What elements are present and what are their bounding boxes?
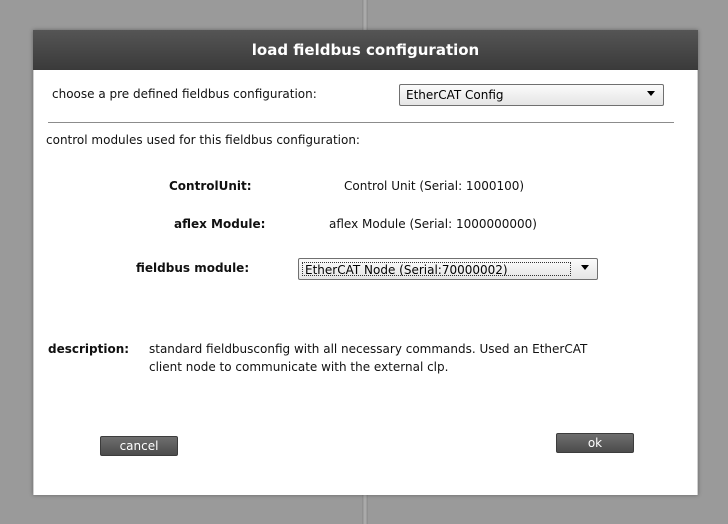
config-select-label: choose a pre defined fieldbus configurat…	[52, 87, 317, 101]
aflex-module-label: aflex Module:	[174, 217, 266, 231]
description-line-2: client node to communicate with the exte…	[149, 360, 449, 374]
chevron-down-icon	[647, 91, 655, 96]
description-label: description:	[48, 342, 130, 356]
control-unit-label: ControlUnit:	[169, 179, 252, 193]
control-unit-value: Control Unit (Serial: 1000100)	[344, 179, 525, 193]
modules-heading: control modules used for this fieldbus c…	[46, 133, 360, 147]
description-line-1: standard fieldbusconfig with all necessa…	[149, 342, 588, 356]
dialog-content: choose a pre defined fieldbus configurat…	[33, 70, 698, 495]
fieldbus-module-value: EtherCAT Node (Serial:70000002)	[302, 262, 571, 277]
cancel-button[interactable]: cancel	[100, 436, 178, 456]
aflex-module-value: aflex Module (Serial: 1000000000)	[329, 217, 537, 231]
load-fieldbus-dialog: load fieldbus configuration choose a pre…	[33, 30, 698, 495]
fieldbus-module-label: fieldbus module:	[136, 261, 250, 275]
ok-button[interactable]: ok	[556, 433, 634, 453]
config-select[interactable]: EtherCAT Config	[399, 84, 664, 106]
dialog-title: load fieldbus configuration	[33, 30, 698, 70]
chevron-down-icon	[581, 265, 589, 270]
section-divider	[48, 122, 674, 123]
config-select-value: EtherCAT Config	[406, 88, 504, 102]
fieldbus-module-select[interactable]: EtherCAT Node (Serial:70000002)	[298, 258, 598, 280]
